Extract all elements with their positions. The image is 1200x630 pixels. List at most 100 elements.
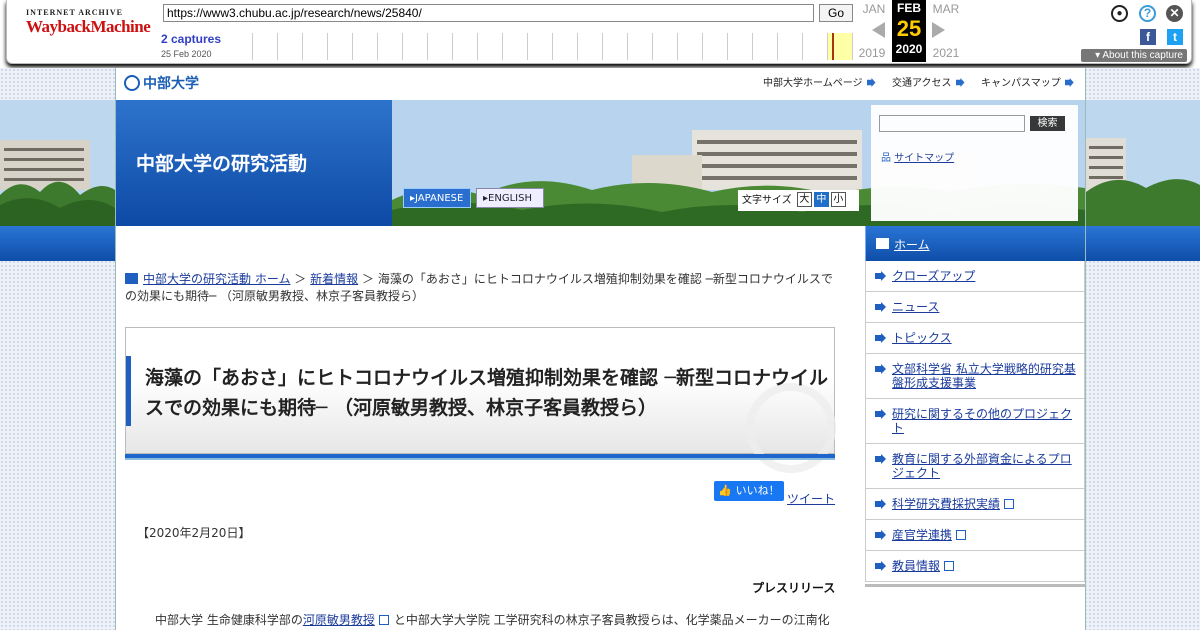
professor-link[interactable]: 河原敏男教授: [303, 613, 375, 627]
external-link-icon: [1004, 499, 1015, 509]
sidebar-item-topics[interactable]: トピックス: [866, 323, 1084, 354]
font-size-large[interactable]: 大: [796, 192, 812, 207]
sidebar-item-label: トピックス: [892, 331, 952, 345]
campus-photo-left: [0, 100, 115, 226]
arrow-icon: [875, 409, 886, 419]
search-input[interactable]: [879, 115, 1025, 132]
home-icon: [876, 238, 889, 249]
article-paragraph: 中部大学 生命健康科学部の河原敏男教授 と中部大学大学院 工学研究科の林京子客員教…: [155, 612, 845, 628]
font-size-switcher: 文字サイズ 大中小: [738, 190, 859, 211]
sidebar-item-external-funds[interactable]: 教育に関する外部資金によるプロジェクト: [866, 444, 1084, 489]
sidebar-item-faculty[interactable]: 教員情報: [866, 551, 1084, 582]
arrow-icon: [875, 364, 886, 374]
arrow-icon: [875, 333, 886, 343]
toplink-home-label: 中部大学ホームページ: [763, 78, 863, 89]
arrow-icon: [875, 302, 886, 312]
lang-english-button[interactable]: ▸ENGLISH: [476, 188, 544, 208]
arrow-icon: [875, 271, 886, 281]
url-input[interactable]: https://www3.chubu.ac.jp/research/news/2…: [163, 4, 814, 22]
lang-japanese-button[interactable]: ▸JAPANESE: [403, 188, 471, 208]
breadcrumb-home[interactable]: 中部大学の研究活動 ホーム: [143, 272, 290, 286]
article-title: 海藻の「あおさ」にヒトコロナウイルス増殖抑制効果を確認 ─新型コロナウイルスでの…: [145, 367, 829, 419]
wayback-logo[interactable]: INTERNET ARCHIVE WaybackMachine: [26, 8, 151, 48]
sidebar-item-industry[interactable]: 産官学連携: [866, 520, 1084, 551]
font-size-label: 文字サイズ: [742, 195, 792, 206]
help-icon[interactable]: ?: [1139, 5, 1156, 22]
sidebar-item-label: 科学研究費採択実績: [892, 497, 1001, 511]
logo-line2: WaybackMachine: [26, 17, 151, 36]
sidebar-item-mext[interactable]: 文部科学省 私立大学戦略的研究基盤形成支援事業: [866, 354, 1084, 399]
lang-en-label: ENGLISH: [488, 193, 532, 204]
current-day: 25: [896, 16, 922, 41]
sidebar-list: クローズアップ ニュース トピックス 文部科学省 私立大学戦略的研究基盤形成支援…: [865, 261, 1085, 582]
seal-icon: [124, 75, 140, 91]
toplink-access[interactable]: 交通アクセス: [892, 74, 965, 89]
external-link-icon: [378, 615, 389, 625]
campus-photo-right: [1086, 100, 1200, 226]
capture-date: 25 Feb 2020: [161, 49, 212, 59]
external-link-icon: [944, 561, 955, 571]
current-year: 2020: [895, 42, 923, 56]
sidebar-item-label: ニュース: [892, 300, 940, 314]
lang-jp-label: JAPANESE: [415, 193, 464, 204]
wayback-toolbar: INTERNET ARCHIVE WaybackMachine https://…: [0, 0, 1200, 68]
header-title: 中部大学の研究活動: [136, 153, 308, 175]
sidebar-item-label: 産官学連携: [892, 528, 953, 542]
about-capture-label: About this capture: [1102, 50, 1183, 61]
sidebar-item-closeup[interactable]: クローズアップ: [866, 261, 1084, 292]
facebook-like-button[interactable]: 👍 いいね！: [714, 481, 784, 501]
toplink-access-label: 交通アクセス: [892, 78, 952, 89]
site-header: 中部大学の研究活動 ▸JAPANESE ▸ENGLISH 文字サイズ 大中小 検…: [116, 100, 1085, 226]
prev-month[interactable]: JAN: [858, 2, 890, 16]
current-date: FEB 25 2020: [892, 0, 926, 62]
next-year[interactable]: 2021: [930, 46, 962, 60]
sitemap-link[interactable]: 品 サイトマップ: [881, 149, 954, 164]
close-icon[interactable]: ✕: [1166, 5, 1183, 22]
article-date: 【2020年2月20日】: [137, 526, 251, 540]
sidebar: ホーム クローズアップ ニュース トピックス 文部科学省 私立大学戦略的研究基盤…: [865, 226, 1085, 587]
search-button[interactable]: 検索: [1030, 116, 1065, 131]
header-title-box[interactable]: 中部大学の研究活動: [116, 100, 392, 226]
twitter-icon[interactable]: t: [1167, 29, 1183, 45]
toplink-campusmap[interactable]: キャンパスマップ: [981, 74, 1074, 89]
sidebar-item-label: 文部科学省 私立大学戦略的研究基盤形成支援事業: [892, 362, 1076, 390]
sitemap-label: サイトマップ: [894, 153, 955, 164]
prev-year[interactable]: 2019: [856, 46, 888, 60]
tweet-link[interactable]: ツイート: [787, 490, 835, 507]
sidebar-item-label: クローズアップ: [892, 269, 976, 283]
arrow-icon: [875, 499, 886, 509]
user-icon[interactable]: ●: [1111, 5, 1128, 22]
font-size-small[interactable]: 小: [830, 192, 846, 207]
next-arrow-icon[interactable]: [932, 22, 945, 38]
sidebar-item-other-projects[interactable]: 研究に関するその他のプロジェクト: [866, 399, 1084, 444]
para-prefix: 中部大学 生命健康科学部の: [155, 613, 303, 627]
toplink-campusmap-label: キャンパスマップ: [981, 78, 1061, 89]
sidebar-home[interactable]: ホーム: [865, 226, 1085, 261]
sparkline-capture-bar: [832, 33, 834, 60]
home-icon: [125, 273, 138, 284]
breadcrumb: 中部大学の研究活動 ホーム ＞ 新着情報 ＞ 海藻の「あおさ」にヒトコロナウイル…: [125, 271, 835, 305]
logo-text: 中部大学: [143, 76, 199, 92]
logo-line1: INTERNET ARCHIVE: [26, 8, 123, 17]
arrow-icon: [875, 561, 886, 571]
sitemap-icon: 品: [881, 153, 891, 164]
prev-arrow-icon[interactable]: [872, 22, 885, 38]
about-capture-button[interactable]: ▾ About this capture: [1081, 49, 1187, 62]
sidebar-item-kakenhi[interactable]: 科学研究費採択実績: [866, 489, 1084, 520]
capture-sparkline[interactable]: [228, 33, 853, 60]
sidebar-item-label: 教育に関する外部資金によるプロジェクト: [892, 452, 1072, 480]
breadcrumb-news[interactable]: 新着情報: [310, 272, 358, 286]
captures-link[interactable]: 2 captures: [161, 32, 221, 46]
like-label: いいね！: [735, 484, 780, 497]
next-month[interactable]: MAR: [930, 2, 962, 16]
go-button[interactable]: Go: [819, 4, 853, 22]
facebook-icon[interactable]: f: [1140, 29, 1156, 45]
sidebar-home-label: ホーム: [894, 238, 930, 252]
para-rest: と中部大学大学院 工学研究科の林京子客員教授らは、化学薬品メーカーの江南化: [393, 613, 830, 627]
chubu-logo[interactable]: 中部大学: [124, 73, 199, 93]
toplink-home[interactable]: 中部大学ホームページ: [763, 74, 876, 89]
font-size-medium[interactable]: 中: [813, 192, 829, 207]
breadcrumb-sep: ＞: [361, 272, 374, 286]
sidebar-item-news[interactable]: ニュース: [866, 292, 1084, 323]
thumbs-up-icon: 👍: [718, 484, 733, 497]
